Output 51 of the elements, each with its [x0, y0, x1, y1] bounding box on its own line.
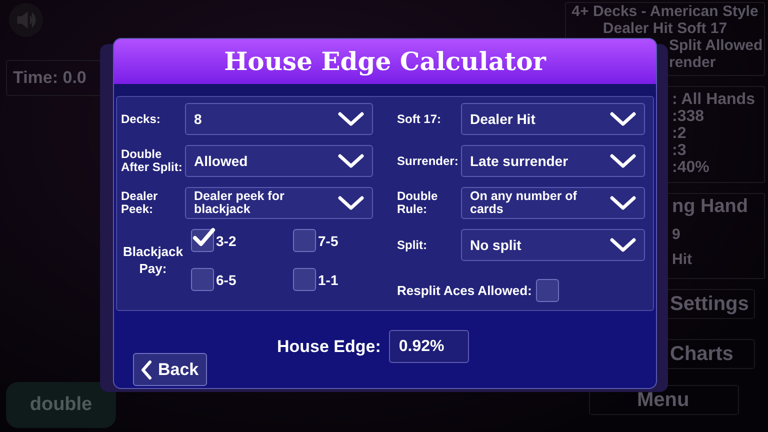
field-label: Surrender:	[397, 154, 460, 168]
checkbox-label: 1-1	[318, 272, 338, 288]
rule-text: Split Allowed	[669, 37, 763, 54]
dropdown[interactable]: 8	[185, 103, 373, 135]
checkbox[interactable]	[293, 268, 316, 291]
dropdown[interactable]: Dealer Hit	[461, 103, 645, 135]
stat-text: :3	[672, 142, 686, 159]
chevron-down-icon	[610, 195, 636, 211]
chevron-down-icon	[610, 111, 636, 127]
checkbox-label: 3-2	[216, 232, 236, 248]
dropdown[interactable]: Allowed	[185, 145, 373, 177]
rule-text: render	[669, 54, 716, 71]
dropdown[interactable]: Dealer peek for blackjack	[185, 187, 373, 219]
speaker-icon[interactable]	[8, 2, 44, 38]
dropdown[interactable]: On any number of cards	[461, 187, 645, 219]
checkmark-icon	[192, 227, 216, 249]
house-edge-value: 0.92%	[388, 330, 469, 363]
field-label: Split:	[397, 238, 428, 252]
checkbox[interactable]	[536, 279, 559, 302]
field-label: Decks:	[121, 112, 162, 126]
field-label: Double After Split:	[121, 148, 184, 174]
stat-text: :338	[672, 108, 704, 125]
rule-text: Dealer Hit Soft 17	[602, 20, 728, 37]
checkbox-label: 6-5	[216, 272, 236, 288]
chevron-down-icon	[610, 153, 636, 169]
chevron-down-icon	[338, 111, 364, 127]
house-edge-label: House Edge:	[277, 336, 381, 356]
chevron-down-icon	[610, 237, 636, 253]
checkbox[interactable]	[293, 229, 316, 252]
stat-text: : All Hands	[672, 91, 755, 108]
field-label: Double Rule:	[397, 190, 439, 216]
checkbox-label: 7-5	[318, 232, 338, 248]
chevron-down-icon	[338, 153, 364, 169]
dropdown[interactable]: No split	[461, 229, 645, 261]
hand-text: Hit	[672, 251, 692, 268]
dropdown[interactable]: Late surrender	[461, 145, 645, 177]
back-button[interactable]: Back	[133, 353, 207, 386]
chevron-left-icon	[140, 360, 152, 380]
rule-text: 4+ Decks - American Style	[572, 3, 758, 20]
checkbox[interactable]	[191, 229, 214, 252]
checkbox[interactable]	[191, 268, 214, 291]
chevron-down-icon	[338, 195, 364, 211]
field-label: Blackjack Pay:	[122, 243, 184, 277]
stat-text: :40%	[672, 159, 710, 176]
dialog-title: House Edge Calculator	[224, 47, 546, 76]
field-label: Dealer Peek:	[121, 190, 159, 216]
stat-text: :2	[672, 125, 686, 142]
field-label: Resplit Aces Allowed:	[397, 283, 532, 298]
field-label: Soft 17:	[397, 112, 442, 126]
hand-text: 9	[672, 226, 680, 243]
hand-title: ng Hand	[672, 196, 748, 218]
